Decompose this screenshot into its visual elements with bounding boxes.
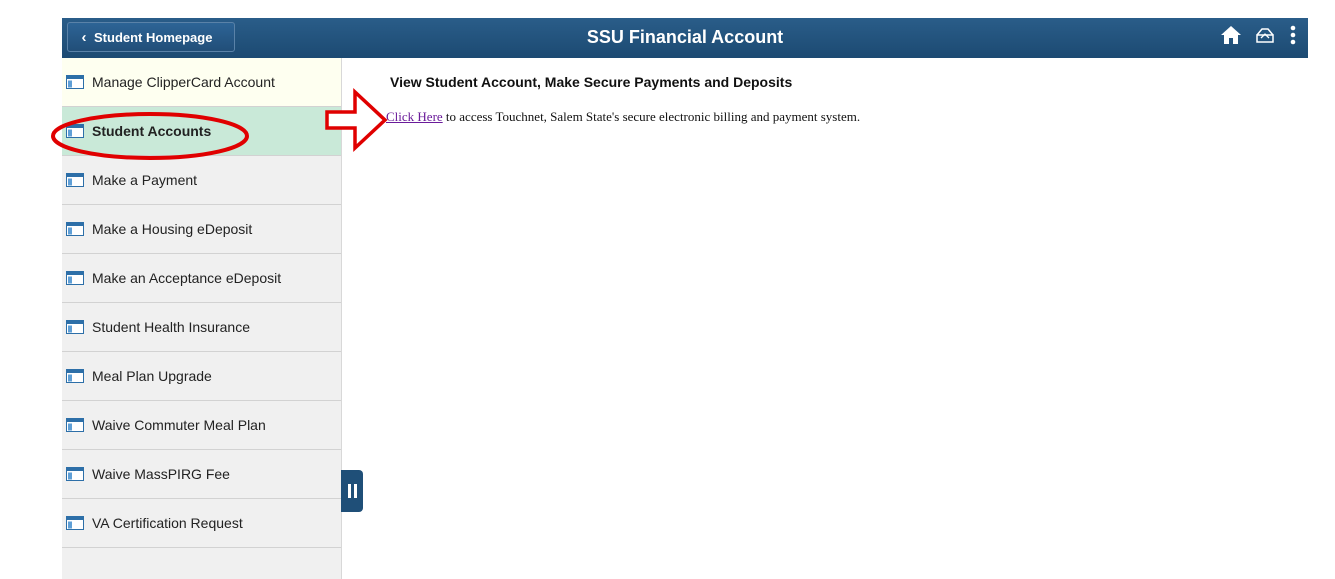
actions-menu-icon[interactable] <box>1288 24 1298 46</box>
click-here-link[interactable]: Click Here <box>386 109 443 124</box>
chevron-left-icon: ‹ <box>81 28 87 46</box>
nav-item-label: Make an Acceptance eDeposit <box>92 270 282 286</box>
page-icon <box>66 369 84 383</box>
description-text: to access Touchnet, Salem State's secure… <box>442 109 861 124</box>
nav-item-label: Make a Housing eDeposit <box>92 221 253 237</box>
nav-item-make-a-payment[interactable]: Make a Payment <box>62 156 341 205</box>
page-title: SSU Financial Account <box>586 27 784 47</box>
nav-item-meal-plan-upgrade[interactable]: Meal Plan Upgrade <box>62 352 341 401</box>
nav-item-label: Student Accounts <box>92 123 212 139</box>
nav-item-manage-clippercard[interactable]: Manage ClipperCard Account <box>62 58 341 107</box>
page-icon <box>66 516 84 530</box>
nav-item-acceptance-edeposit[interactable]: Make an Acceptance eDeposit <box>62 254 341 303</box>
top-banner: ‹ Student Homepage SSU Financial Account <box>62 18 1308 58</box>
page-icon <box>66 320 84 334</box>
nav-item-label: Meal Plan Upgrade <box>92 368 212 384</box>
nav-item-label: Make a Payment <box>92 172 198 188</box>
page-icon <box>66 271 84 285</box>
nav-item-waive-commuter-meal-plan[interactable]: Waive Commuter Meal Plan <box>62 401 341 450</box>
home-icon[interactable] <box>1220 24 1242 46</box>
page-icon <box>66 418 84 432</box>
left-navigation-panel: Manage ClipperCard Account Student Accou… <box>62 58 342 579</box>
nav-item-waive-masspirg-fee[interactable]: Waive MassPIRG Fee <box>62 450 341 499</box>
page-icon <box>66 467 84 481</box>
content-heading: View Student Account, Make Secure Paymen… <box>390 74 793 90</box>
pause-bar-icon <box>353 484 357 498</box>
page-icon <box>66 75 84 89</box>
content-description: Click Here to access Touchnet, Salem Sta… <box>386 109 860 125</box>
nav-item-label: VA Certification Request <box>92 515 243 531</box>
page-icon <box>66 173 84 187</box>
pause-bar-icon <box>347 484 351 498</box>
page-icon <box>66 124 84 138</box>
nav-item-housing-edeposit[interactable]: Make a Housing eDeposit <box>62 205 341 254</box>
page-icon <box>66 222 84 236</box>
nav-item-label: Waive MassPIRG Fee <box>92 466 230 482</box>
nav-item-label: Waive Commuter Meal Plan <box>92 417 266 433</box>
nav-item-student-accounts[interactable]: Student Accounts <box>62 107 341 156</box>
collapse-sidebar-handle[interactable] <box>341 470 363 512</box>
navbar-icon[interactable] <box>1254 24 1276 46</box>
back-to-student-homepage-button[interactable]: ‹ Student Homepage <box>67 22 235 52</box>
nav-item-va-certification-request[interactable]: VA Certification Request <box>62 499 341 548</box>
back-button-label: Student Homepage <box>94 29 213 45</box>
nav-item-label: Manage ClipperCard Account <box>92 74 275 90</box>
nav-item-label: Student Health Insurance <box>92 319 250 335</box>
nav-item-student-health-insurance[interactable]: Student Health Insurance <box>62 303 341 352</box>
